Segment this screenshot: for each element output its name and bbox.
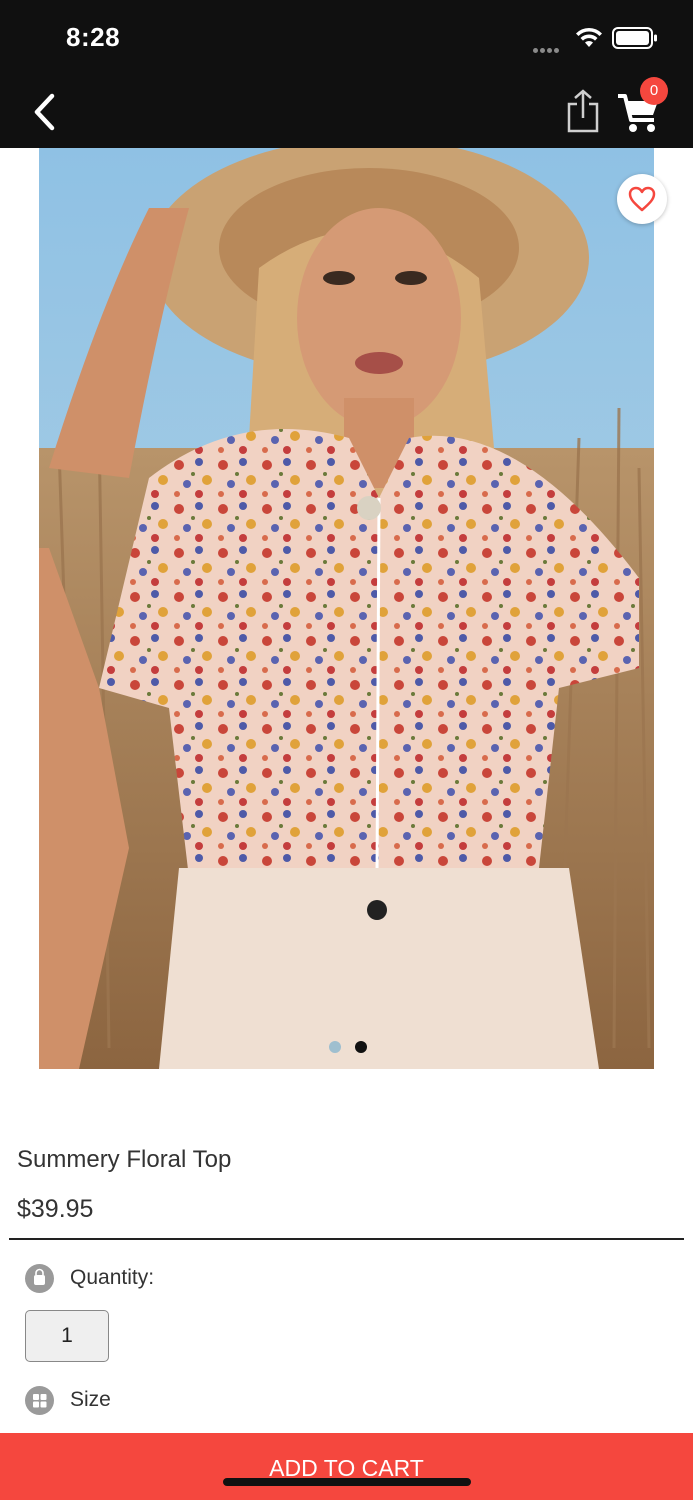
cellular-signal-icon [533,40,561,58]
battery-icon [612,27,657,49]
heart-icon [628,186,656,212]
product-image[interactable] [39,148,654,1069]
cart-count-badge: 0 [640,77,668,105]
status-bar: 8:28 [0,0,693,76]
wifi-icon [576,27,602,47]
share-icon[interactable] [562,88,604,134]
image-pager[interactable] [329,1040,377,1058]
home-indicator[interactable] [223,1478,471,1486]
bag-icon [25,1264,54,1293]
product-photo [39,148,654,1069]
favorite-button[interactable] [617,174,667,224]
back-chevron-icon[interactable] [26,90,66,134]
pager-dot[interactable] [329,1041,341,1053]
quantity-label: Quantity: [70,1266,155,1289]
navigation-bar [0,76,693,148]
add-to-cart-button[interactable]: ADD TO CART [0,1433,693,1500]
pager-dot-active[interactable] [355,1041,368,1053]
product-price: $39.95 [17,1195,94,1223]
size-label: Size [70,1388,111,1411]
grid-icon [25,1386,54,1415]
quantity-stepper[interactable]: 1 [25,1310,109,1362]
product-title: Summery Floral Top [17,1146,232,1173]
divider [9,1238,684,1240]
status-time: 8:28 [66,22,121,52]
